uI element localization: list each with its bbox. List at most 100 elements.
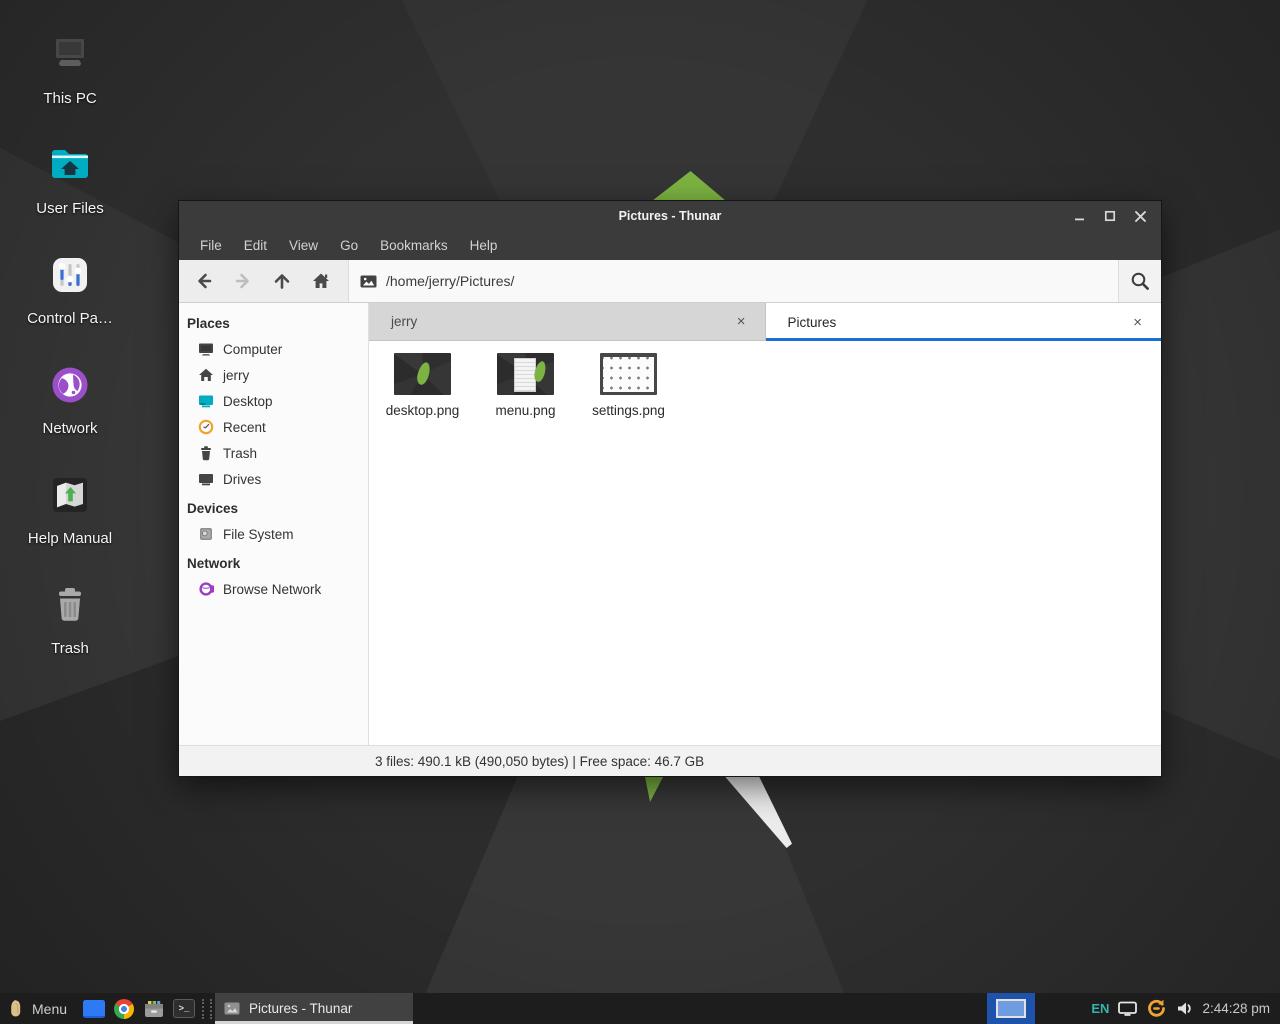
sidebar-header-devices: Devices: [179, 492, 368, 521]
keyboard-layout-indicator[interactable]: EN: [1091, 1001, 1109, 1016]
trash-can-icon: [47, 578, 93, 632]
toolbar: /home/jerry/Pictures/: [179, 260, 1161, 303]
recent-clock-icon: [198, 419, 214, 435]
desktop-icon-column: This PC User Files Control Pa… Network H…: [8, 22, 132, 682]
desktop-icon-network[interactable]: Network: [8, 352, 132, 462]
sidebar-item-file-system[interactable]: File System: [179, 521, 368, 547]
sidebar-item-browse-network[interactable]: Browse Network: [179, 576, 368, 602]
menu-help[interactable]: Help: [459, 238, 509, 253]
tab-close-icon[interactable]: ×: [1129, 313, 1146, 332]
file-thumbnail: [497, 353, 554, 395]
task-button-picture-icon: [224, 1002, 240, 1015]
sidebar-item-label: Drives: [223, 472, 261, 487]
minimize-button[interactable]: [1069, 205, 1091, 227]
thumbnail-menu-panel: [514, 358, 536, 392]
sidebar-item-desktop[interactable]: Desktop: [179, 388, 368, 414]
window-title: Pictures - Thunar: [619, 209, 722, 223]
sidebar: Places Computer jerry Desktop Recent: [179, 303, 369, 745]
desktop-icon-label: Trash: [51, 640, 89, 657]
file-thumbnail: [600, 353, 657, 395]
tab-label: Pictures: [788, 315, 837, 330]
sidebar-item-recent[interactable]: Recent: [179, 414, 368, 440]
sidebar-item-jerry[interactable]: jerry: [179, 362, 368, 388]
desktop-icon-label: User Files: [36, 200, 104, 217]
maximize-button[interactable]: [1099, 205, 1121, 227]
file-desktop-png[interactable]: desktop.png: [371, 353, 474, 418]
task-button-thunar[interactable]: Pictures - Thunar: [215, 993, 413, 1024]
sidebar-item-label: Computer: [223, 342, 282, 357]
update-manager-icon[interactable]: [1146, 998, 1167, 1019]
menu-go[interactable]: Go: [329, 238, 369, 253]
desktop-icon-control-panel[interactable]: Control Pa…: [8, 242, 132, 352]
menu-edit[interactable]: Edit: [233, 238, 278, 253]
menu-button[interactable]: Menu: [0, 993, 79, 1024]
file-name: settings.png: [592, 403, 665, 418]
sidebar-header-network: Network: [179, 547, 368, 576]
window-content: Places Computer jerry Desktop Recent: [179, 303, 1161, 745]
panel-separator-handle[interactable]: [202, 999, 212, 1019]
desktop-wallpaper: This PC User Files Control Pa… Network H…: [0, 0, 1280, 1024]
clock[interactable]: 2:44:28 pm: [1194, 1001, 1280, 1016]
nav-buttons: [179, 260, 348, 302]
menubar: File Edit View Go Bookmarks Help: [179, 231, 1161, 260]
file-menu-png[interactable]: menu.png: [474, 353, 577, 418]
filesystem-drive-icon: [198, 526, 214, 542]
up-button[interactable]: [265, 265, 299, 297]
desktop-icon-user-files[interactable]: User Files: [8, 132, 132, 242]
path-text: /home/jerry/Pictures/: [386, 273, 514, 289]
chrome-icon: [114, 999, 134, 1019]
home-button[interactable]: [304, 265, 338, 297]
search-button[interactable]: [1118, 260, 1161, 302]
close-button[interactable]: [1129, 205, 1151, 227]
home-icon: [198, 367, 214, 383]
launcher-desktop[interactable]: [79, 993, 109, 1024]
tab-jerry[interactable]: jerry ×: [369, 303, 766, 341]
desktop-icon-label: Help Manual: [28, 530, 112, 547]
sidebar-item-trash[interactable]: Trash: [179, 440, 368, 466]
display-icon[interactable]: [1118, 1001, 1137, 1017]
workspace-switcher[interactable]: [987, 993, 1035, 1024]
window-controls: [1069, 201, 1151, 231]
desktop-icon: [198, 393, 214, 409]
statusbar: 3 files: 490.1 kB (490,050 bytes) | Free…: [179, 745, 1161, 776]
tab-close-icon[interactable]: ×: [733, 312, 750, 331]
desktop-icon-help-manual[interactable]: Help Manual: [8, 462, 132, 572]
tab-label: jerry: [391, 314, 417, 329]
desktop-icon-this-pc[interactable]: This PC: [8, 22, 132, 132]
volume-icon[interactable]: [1176, 1000, 1194, 1017]
terminal-prompt-glyph: >_: [179, 1004, 190, 1014]
sidebar-item-label: Recent: [223, 420, 266, 435]
tab-pictures[interactable]: Pictures ×: [766, 303, 1162, 341]
sidebar-header-places: Places: [179, 307, 368, 336]
sidebar-item-label: File System: [223, 527, 294, 542]
sidebar-item-label: Desktop: [223, 394, 273, 409]
file-cabinet-icon: [144, 999, 164, 1018]
pathbar[interactable]: /home/jerry/Pictures/: [348, 260, 1118, 302]
sidebar-item-computer[interactable]: Computer: [179, 336, 368, 362]
desktop-icon-label: Network: [42, 420, 97, 437]
browse-network-globe-icon: [198, 581, 214, 597]
file-name: menu.png: [495, 403, 555, 418]
menu-bookmarks[interactable]: Bookmarks: [369, 238, 459, 253]
launcher-chrome[interactable]: [109, 993, 139, 1024]
file-settings-png[interactable]: settings.png: [577, 353, 680, 418]
back-button[interactable]: [187, 265, 221, 297]
menu-view[interactable]: View: [278, 238, 329, 253]
files-area[interactable]: desktop.png menu.png settings.png: [369, 341, 1161, 745]
sidebar-item-drives[interactable]: Drives: [179, 466, 368, 492]
wallpaper-mint-logo-top: [652, 171, 726, 201]
forward-button[interactable]: [226, 265, 260, 297]
titlebar[interactable]: Pictures - Thunar: [179, 201, 1161, 231]
desktop-icon-label: This PC: [43, 90, 96, 107]
thumbnail-settings-window: [603, 357, 654, 392]
workspace-active-window: [996, 999, 1026, 1018]
trash-icon: [198, 445, 214, 461]
launcher-terminal[interactable]: >_: [169, 993, 199, 1024]
menu-file[interactable]: File: [189, 238, 233, 253]
desktop-icon-label: Control Pa…: [27, 310, 113, 327]
sidebar-item-label: Trash: [223, 446, 257, 461]
desktop-icon-trash[interactable]: Trash: [8, 572, 132, 682]
thumbnail-mint-logo: [415, 361, 431, 386]
main-panel: jerry × Pictures × desktop.png: [369, 303, 1161, 745]
launcher-file-manager[interactable]: [139, 993, 169, 1024]
